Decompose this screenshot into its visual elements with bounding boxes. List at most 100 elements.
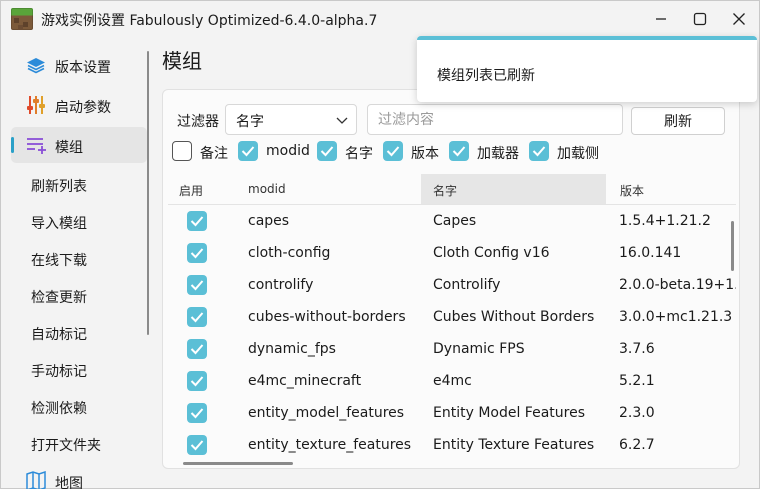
cell-version: 3.7.6: [619, 341, 655, 357]
checkbox-label: 名字: [345, 146, 373, 162]
app-window: 游戏实例设置 Fabulously Optimized-6.4.0-alpha.…: [0, 0, 760, 489]
cell-version: 1.5.4+1.21.2: [619, 213, 711, 229]
checkmark-icon: [320, 146, 334, 157]
cell-version: 2.0.0-beta.19+1.2: [619, 277, 736, 293]
table-row[interactable]: cloth-config Cloth Config v16 16.0.141: [168, 238, 736, 270]
cell-modid: cloth-config: [248, 245, 331, 261]
checkmark-icon: [190, 376, 204, 387]
cell-version: 5.2.1: [619, 373, 655, 389]
chevron-down-icon: [336, 117, 348, 124]
checkbox-loader-side[interactable]: [529, 141, 549, 161]
sidebar-subitem-check-dependencies[interactable]: 检测依赖: [31, 398, 87, 418]
table-row[interactable]: entity_model_features Entity Model Featu…: [168, 398, 736, 430]
checkmark-icon: [241, 146, 255, 157]
cell-name: Entity Texture Features: [433, 437, 595, 453]
cell-modid: entity_model_features: [248, 405, 405, 421]
cell-name: Cubes Without Borders: [433, 309, 595, 325]
header-divider: [168, 204, 736, 205]
toast-message: 模组列表已刷新: [437, 68, 535, 84]
column-header-modid[interactable]: modid: [248, 174, 420, 204]
checkmark-icon: [190, 280, 204, 291]
enabled-checkbox[interactable]: [187, 275, 207, 295]
close-icon: [733, 13, 745, 25]
sidebar-item-mods[interactable]: 模组: [11, 127, 147, 163]
mods-table: 启用 modid 名字 版本 capes Capes 1.5.4+1.21.2 …: [168, 174, 736, 464]
refresh-button[interactable]: 刷新: [631, 107, 725, 135]
enabled-checkbox[interactable]: [187, 339, 207, 359]
page-title: 模组: [162, 49, 202, 73]
maximize-button[interactable]: [680, 1, 720, 37]
cell-version: 6.2.7: [619, 437, 655, 453]
table-row[interactable]: entity_texture_features Entity Texture F…: [168, 430, 736, 462]
column-header-version[interactable]: 版本: [620, 174, 730, 204]
checkbox-version[interactable]: [383, 141, 403, 161]
checkbox-label: 版本: [411, 146, 439, 162]
cell-modid: entity_texture_features: [248, 437, 412, 453]
checkmark-icon: [190, 312, 204, 323]
minimize-button[interactable]: [641, 1, 681, 37]
table-row[interactable]: controlify Controlify 2.0.0-beta.19+1.2: [168, 270, 736, 302]
cell-version: 16.0.141: [619, 245, 682, 261]
table-row[interactable]: capes Capes 1.5.4+1.21.2: [168, 206, 736, 238]
checkbox-label: 加载器: [477, 146, 519, 162]
sidebar-item-label: 启动参数: [55, 100, 111, 116]
title-bar: 游戏实例设置 Fabulously Optimized-6.4.0-alpha.…: [1, 1, 759, 37]
enabled-checkbox[interactable]: [187, 435, 207, 455]
checkmark-icon: [452, 146, 466, 157]
sidebar-item-launch-args[interactable]: 启动参数: [11, 87, 147, 123]
cell-version: 2.3.0: [619, 405, 655, 421]
cell-name: Cloth Config v16: [433, 245, 550, 261]
checkbox-label: 备注: [200, 146, 228, 162]
filter-select-value: 名字: [236, 114, 264, 130]
enabled-checkbox[interactable]: [187, 243, 207, 263]
checkmark-icon: [532, 146, 546, 157]
checkbox-notes[interactable]: [172, 141, 192, 161]
cell-name: e4mc: [433, 373, 472, 389]
list-add-icon: [27, 138, 46, 154]
cell-name: Dynamic FPS: [433, 341, 525, 357]
close-button[interactable]: [719, 1, 759, 37]
column-header-enabled[interactable]: 启用: [179, 174, 249, 204]
table-row[interactable]: e4mc_minecraft e4mc 5.2.1: [168, 366, 736, 398]
checkmark-icon: [190, 248, 204, 259]
maximize-icon: [693, 12, 707, 26]
table-row[interactable]: cubes-without-borders Cubes Without Bord…: [168, 302, 736, 334]
enabled-checkbox[interactable]: [187, 307, 207, 327]
sidebar-item-map[interactable]: 地图: [11, 463, 147, 489]
checkbox-loader[interactable]: [449, 141, 469, 161]
checkmark-icon: [190, 216, 204, 227]
cell-modid: dynamic_fps: [248, 341, 336, 357]
sidebar-item-label: 模组: [55, 140, 83, 156]
enabled-checkbox[interactable]: [187, 371, 207, 391]
table-row[interactable]: dynamic_fps Dynamic FPS 3.7.6: [168, 334, 736, 366]
sidebar-item-version-settings[interactable]: 版本设置: [11, 47, 147, 83]
sidebar-subitem-online-download[interactable]: 在线下载: [31, 250, 87, 270]
sidebar-scrollbar[interactable]: [147, 51, 149, 335]
sidebar-subitem-check-updates[interactable]: 检查更新: [31, 287, 87, 307]
filter-input[interactable]: [367, 104, 623, 135]
cell-modid: e4mc_minecraft: [248, 373, 362, 389]
enabled-checkbox[interactable]: [187, 211, 207, 231]
filter-label: 过滤器: [177, 114, 219, 130]
sidebar-subitem-refresh-list[interactable]: 刷新列表: [31, 176, 87, 196]
sidebar-subitem-auto-mark[interactable]: 自动标记: [31, 324, 87, 344]
enabled-checkbox[interactable]: [187, 403, 207, 423]
column-header-name[interactable]: 名字: [421, 174, 606, 204]
cell-version: 3.0.0+mc1.21.3: [619, 309, 733, 325]
checkbox-name[interactable]: [317, 141, 337, 161]
checkbox-modid[interactable]: [238, 141, 258, 161]
cell-name: Entity Model Features: [433, 405, 586, 421]
sidebar-subitem-import-mods[interactable]: 导入模组: [31, 213, 87, 233]
filter-field-select[interactable]: 名字: [225, 104, 357, 135]
sidebar-item-label: 版本设置: [55, 60, 111, 76]
table-horizontal-scrollbar[interactable]: [183, 462, 293, 465]
checkmark-icon: [190, 344, 204, 355]
window-title: 游戏实例设置 Fabulously Optimized-6.4.0-alpha.…: [41, 13, 378, 29]
table-vertical-scrollbar[interactable]: [731, 221, 734, 271]
sidebar-subitem-manual-mark[interactable]: 手动标记: [31, 361, 87, 381]
minecraft-grass-block-icon: [11, 8, 33, 30]
checkmark-icon: [190, 408, 204, 419]
sidebar-subitem-open-folder[interactable]: 打开文件夹: [31, 435, 101, 455]
checkmark-icon: [386, 146, 400, 157]
checkbox-label: 加载侧: [557, 146, 599, 162]
